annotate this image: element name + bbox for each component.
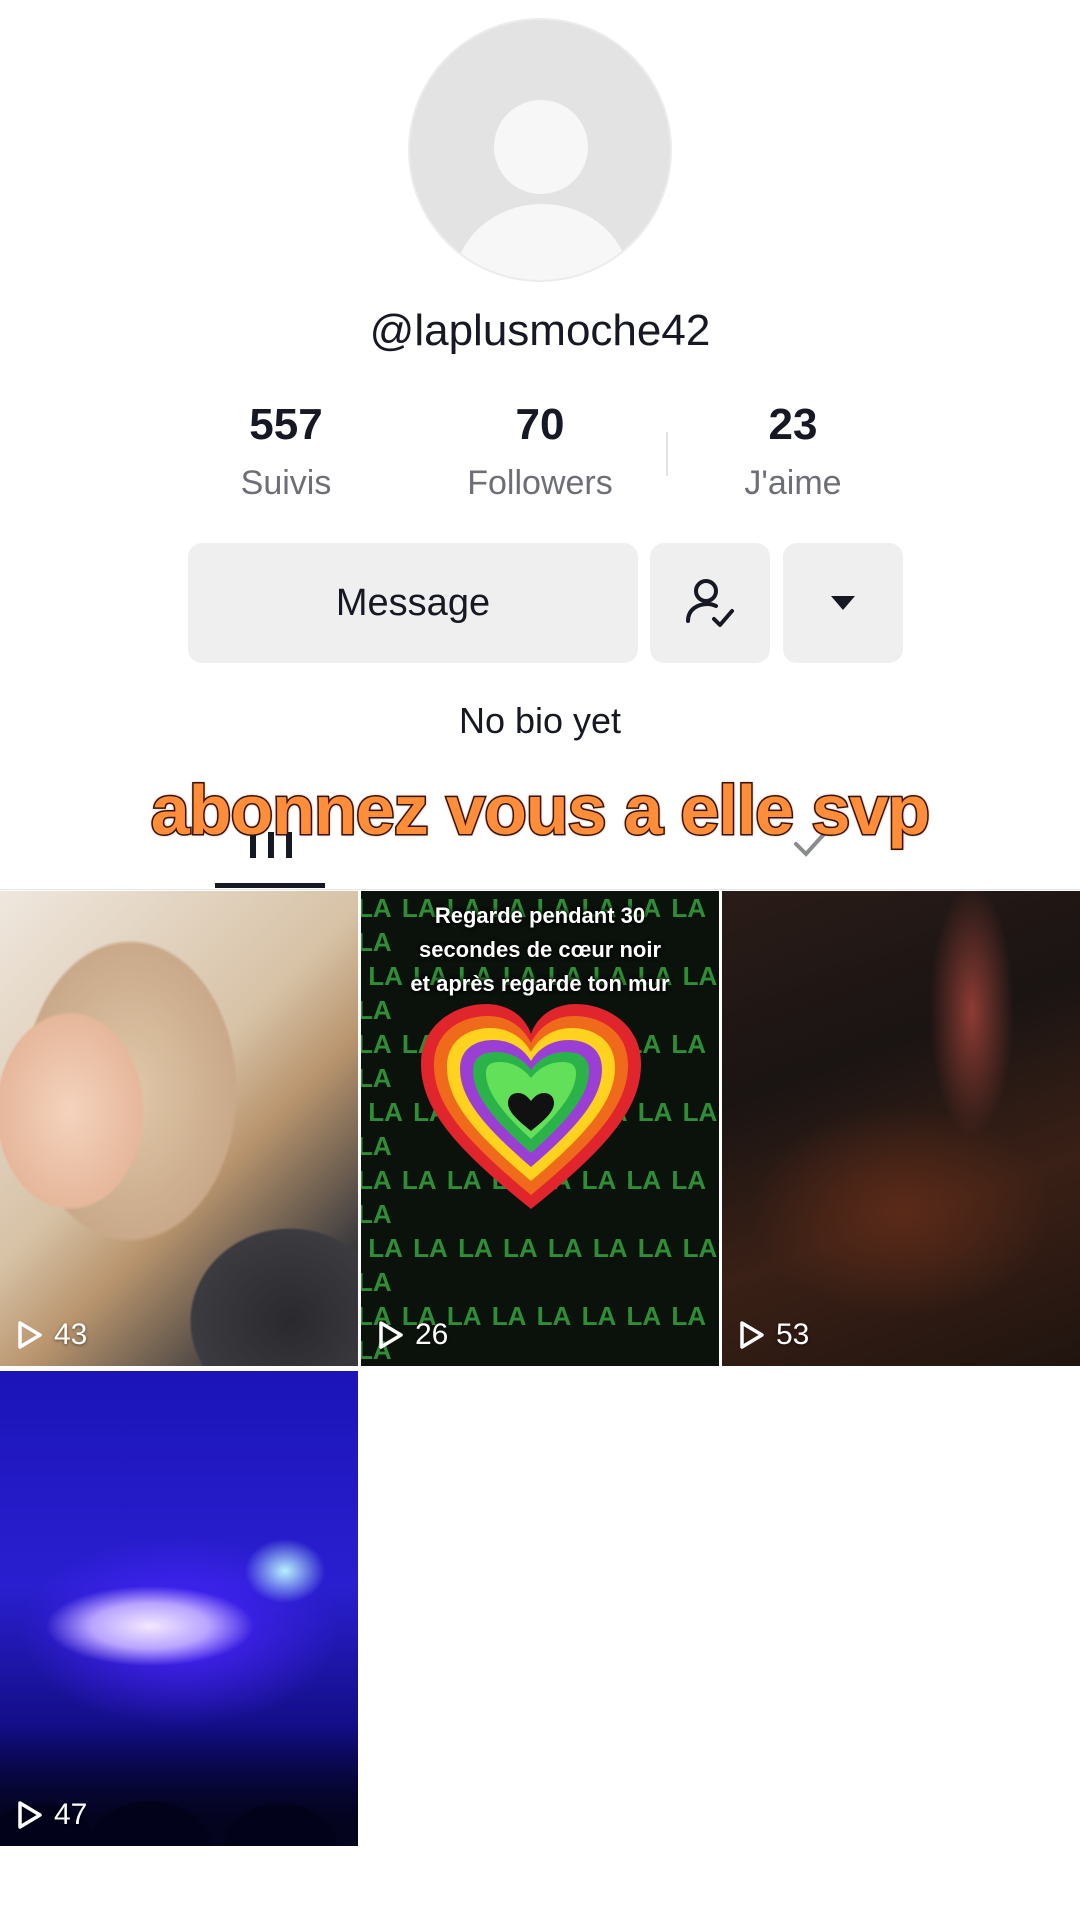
message-button[interactable]: Message [188,543,638,663]
stat-followers-label: Followers [467,464,613,502]
view-count-value: 47 [54,1798,88,1831]
play-icon [18,1801,42,1829]
caption-line-1: Regarde pendant 30 [434,903,646,928]
tab-divider [0,889,1080,890]
avatar-placeholder-head [494,100,588,194]
avatar-placeholder-body [454,204,630,280]
stat-followers[interactable]: 70 Followers [420,400,660,503]
profile-bio: No bio yet [458,700,622,741]
view-count: 26 [377,1318,448,1352]
view-count-value: 53 [776,1318,810,1351]
username: @laplusmoche42 [369,306,711,355]
profile-avatar[interactable] [408,18,672,282]
view-count: 53 [738,1318,809,1352]
video-thumbnail-2[interactable]: LA LA LA LA LA LA LA LA LA LA LA LA LA L… [361,891,719,1366]
user-check-icon [686,579,734,627]
rainbow-heart-icon [421,1004,641,1209]
stat-following-label: Suivis [240,464,332,502]
play-icon [379,1321,403,1349]
stat-following[interactable]: 557 Suivis [166,400,406,503]
video-caption: Regarde pendant 30 secondes de cœur noir… [361,899,719,1001]
video-thumbnail-1[interactable]: 43 [0,891,358,1366]
view-count-value: 43 [54,1318,88,1351]
following-status-button[interactable] [650,543,770,663]
stat-divider [666,432,668,476]
stat-likes-label: J'aime [744,464,842,502]
overlay-caption: abonnez vous a elle svp [149,770,931,851]
play-icon [18,1321,42,1349]
caption-line-2: secondes de cœur noir [418,937,662,962]
play-icon [740,1321,764,1349]
caption-line-3: et après regarde ton mur [410,971,670,996]
view-count-value: 26 [415,1318,449,1351]
caret-down-icon [831,596,855,610]
more-options-button[interactable] [783,543,903,663]
video-thumbnail-4[interactable]: 47 [0,1371,358,1846]
stat-following-count: 557 [249,400,323,449]
video-thumbnail-3[interactable]: 53 [722,891,1080,1366]
stat-likes: 23 J'aime [673,400,913,503]
stat-followers-count: 70 [515,400,565,449]
stat-likes-count: 23 [768,400,818,449]
view-count: 47 [16,1798,87,1832]
view-count: 43 [16,1318,87,1352]
active-tab-indicator [215,883,325,888]
